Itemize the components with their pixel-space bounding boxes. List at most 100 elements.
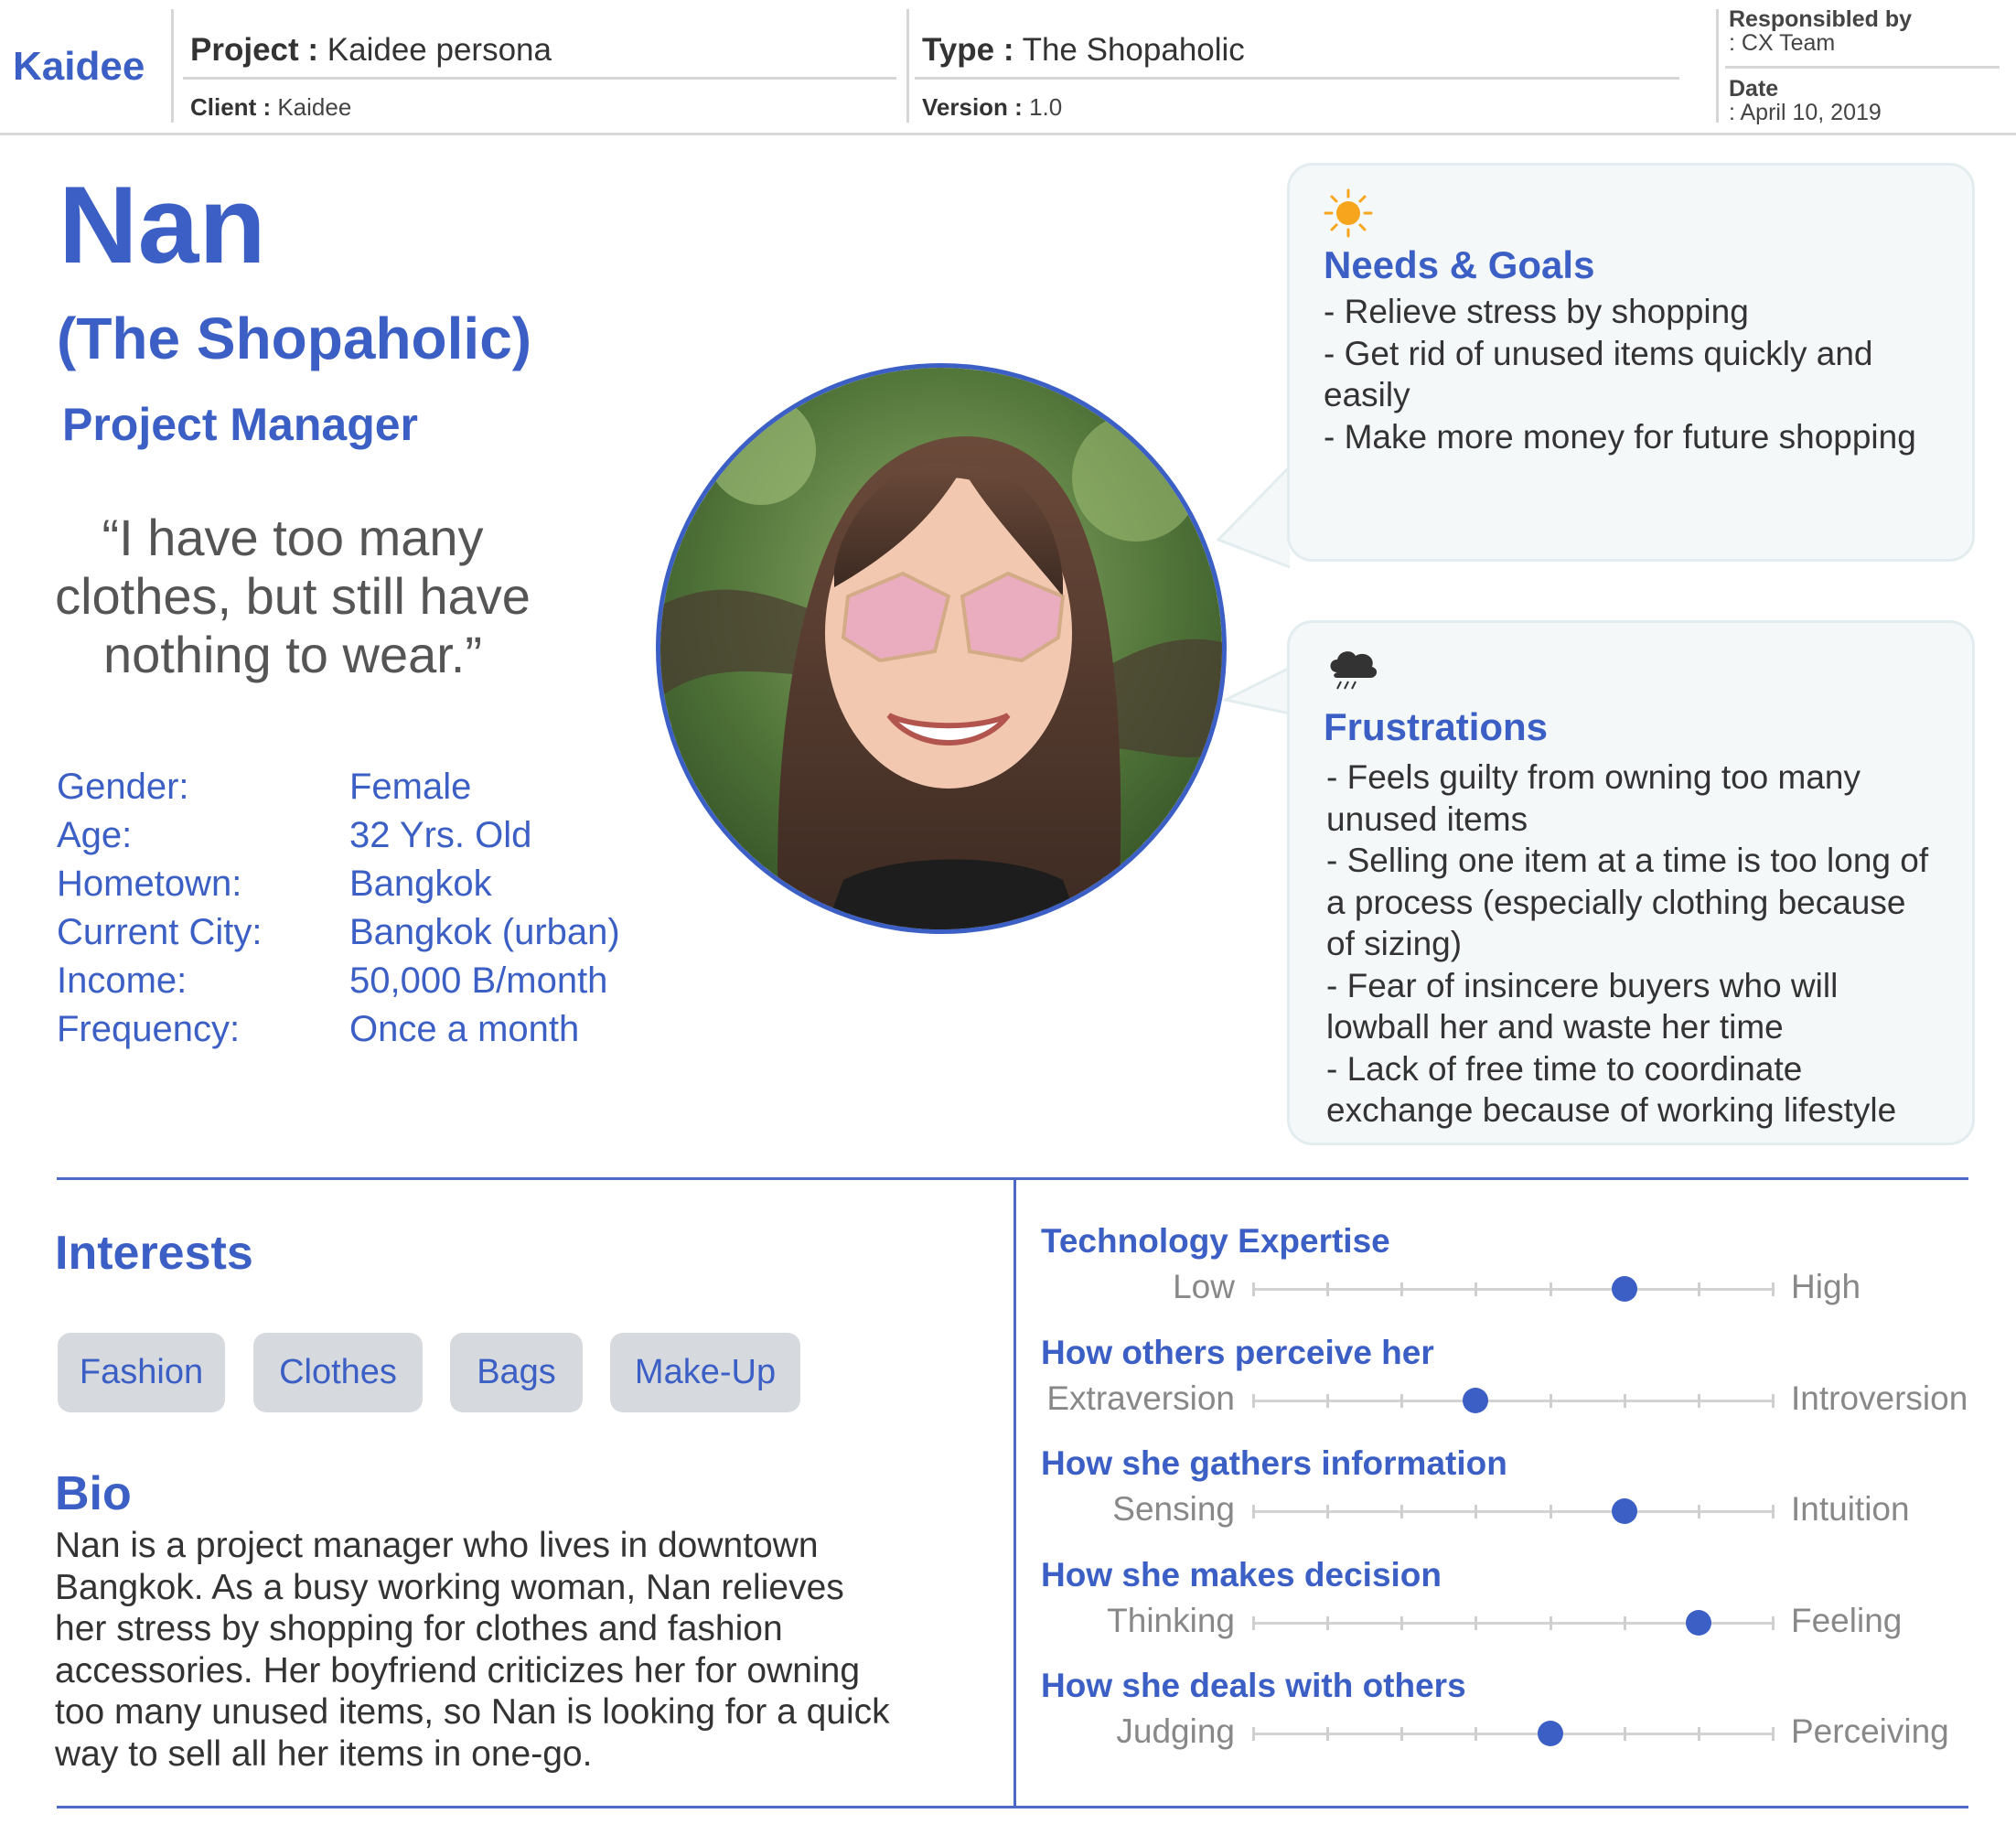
scale-tick bbox=[1474, 1727, 1478, 1741]
frequency-label: Frequency: bbox=[57, 1009, 241, 1049]
callout-connectors bbox=[1216, 465, 1292, 715]
scale-tick bbox=[1252, 1615, 1255, 1630]
scale-right-label: Feeling bbox=[1791, 1601, 1903, 1639]
scale-tick bbox=[1326, 1727, 1330, 1741]
scale-marker bbox=[1611, 1276, 1637, 1302]
bio-line: too many unused items, so Nan is looking… bbox=[55, 1692, 890, 1732]
client-label: Client : bbox=[190, 93, 272, 121]
scale-tick bbox=[1326, 1393, 1330, 1408]
header-line bbox=[915, 77, 1679, 80]
scale-tick bbox=[1549, 1282, 1552, 1296]
scale-tick bbox=[1772, 1393, 1775, 1408]
scale-tick bbox=[1326, 1615, 1330, 1630]
hometown-value: Bangkok bbox=[349, 864, 492, 904]
income-value: 50,000 B/month bbox=[349, 960, 608, 1001]
interests-title: Interests bbox=[55, 1227, 253, 1280]
hometown-label: Hometown: bbox=[57, 864, 242, 904]
project-value: Kaidee persona bbox=[327, 32, 552, 68]
sun-icon bbox=[1324, 188, 1373, 238]
header-line bbox=[1725, 66, 2000, 69]
header-divider bbox=[171, 9, 174, 123]
quote-line: nothing to wear.” bbox=[102, 626, 483, 683]
version-value: 1.0 bbox=[1029, 93, 1063, 121]
income-label: Income: bbox=[57, 960, 188, 1001]
persona-role: Project Manager bbox=[62, 399, 419, 450]
responsible-label: Responsibled by bbox=[1729, 6, 1913, 32]
scale-tick bbox=[1772, 1505, 1775, 1518]
scale-right-label: High bbox=[1791, 1268, 1861, 1305]
current-city-value: Bangkok (urban) bbox=[349, 912, 620, 952]
persona-photo bbox=[656, 363, 1227, 934]
scale-tick bbox=[1549, 1393, 1552, 1408]
scale-tick bbox=[1252, 1393, 1255, 1408]
bio-line: accessories. Her boyfriend criticizes he… bbox=[55, 1650, 861, 1690]
scale-tick bbox=[1400, 1615, 1404, 1630]
scale-tick bbox=[1326, 1505, 1330, 1518]
scale-tick bbox=[1474, 1282, 1478, 1296]
scale-title: How she gathers information bbox=[1041, 1444, 1507, 1482]
frustrations-card: Frustrations - Feels guilty from owning … bbox=[1287, 620, 1975, 1145]
scale-marker bbox=[1463, 1387, 1489, 1413]
needs-goals-card: Needs & Goals - Relieve stress by shoppi… bbox=[1287, 163, 1975, 562]
scale-tick bbox=[1400, 1505, 1404, 1518]
scale-tick bbox=[1326, 1282, 1330, 1296]
scale-tick bbox=[1400, 1727, 1404, 1741]
bio-line: Bangkok. As a busy working woman, Nan re… bbox=[55, 1567, 844, 1607]
frustrations-title: Frustrations bbox=[1324, 705, 1549, 748]
persona-detail-values: Female 32 Yrs. Old Bangkok Bangkok (urba… bbox=[349, 763, 620, 1054]
client-field: Client : Kaidee bbox=[190, 93, 351, 122]
type-field: Type : The Shopaholic bbox=[922, 32, 1245, 69]
bio-line: way to sell all her items in one-go. bbox=[55, 1733, 593, 1774]
bio-line: Nan is a project manager who lives in do… bbox=[55, 1526, 819, 1565]
scale-tick bbox=[1474, 1505, 1478, 1518]
frustrations-list: - Feels guilty from owning too many unus… bbox=[1326, 757, 1967, 1132]
scale-track bbox=[1253, 1510, 1773, 1513]
scale-track bbox=[1253, 1733, 1773, 1735]
responsible-value: : CX Team bbox=[1729, 30, 1836, 56]
client-value: Kaidee bbox=[277, 93, 352, 121]
needs-goals-list: - Relieve stress by shopping - Get rid o… bbox=[1324, 291, 1964, 457]
frustration-item: - Lack of free time to coordinate bbox=[1326, 1049, 1803, 1088]
scale-tick bbox=[1697, 1393, 1700, 1408]
header-divider bbox=[906, 9, 909, 123]
type-label: Type : bbox=[922, 32, 1014, 68]
scale-right-label: Intuition bbox=[1791, 1490, 1910, 1528]
persona-quote: “I have too many clothes, but still have… bbox=[18, 509, 567, 684]
kaidee-logo: Kaidee bbox=[13, 44, 145, 89]
frustration-item: - Fear of insincere buyers who will bbox=[1326, 966, 1839, 1004]
date-label: Date bbox=[1729, 76, 1779, 102]
scale-marker bbox=[1537, 1721, 1563, 1746]
type-value: The Shopaholic bbox=[1022, 32, 1245, 68]
header-line bbox=[183, 77, 896, 80]
needs-goal-item: easily bbox=[1324, 376, 1410, 413]
scale-tick bbox=[1549, 1615, 1552, 1630]
document-header: Kaidee Project : Kaidee persona Client :… bbox=[0, 0, 2016, 135]
scale-tick bbox=[1772, 1615, 1775, 1630]
scale-tick bbox=[1623, 1727, 1626, 1741]
scale-tick bbox=[1697, 1282, 1700, 1296]
version-label: Version : bbox=[922, 93, 1023, 121]
scale-left-label: Sensing bbox=[1112, 1490, 1235, 1528]
frustration-item: unused items bbox=[1326, 799, 1528, 838]
scale-tick bbox=[1697, 1505, 1700, 1518]
project-label: Project : bbox=[190, 32, 319, 68]
persona-details: Gender: Age: Hometown: Current City: Inc… bbox=[57, 763, 263, 1054]
scale-right-label: Introversion bbox=[1791, 1379, 1968, 1417]
frustration-item: - Selling one item at a time is too long… bbox=[1326, 842, 1929, 879]
scale-left-label: Judging bbox=[1116, 1712, 1235, 1750]
scale-tick bbox=[1252, 1282, 1255, 1296]
scale-title: How she makes decision bbox=[1041, 1555, 1442, 1594]
header-divider bbox=[1716, 9, 1719, 123]
interest-tag: Make-Up bbox=[610, 1333, 800, 1412]
bio-title: Bio bbox=[55, 1467, 132, 1520]
interest-tag: Clothes bbox=[253, 1333, 423, 1412]
scale-title: How others perceive her bbox=[1041, 1333, 1434, 1371]
scale-right-label: Perceiving bbox=[1791, 1712, 1949, 1750]
scale-left-label: Extraversion bbox=[1046, 1379, 1235, 1417]
scale-tick bbox=[1623, 1615, 1626, 1630]
persona-alias: (The Shopaholic) bbox=[57, 306, 532, 371]
project-field: Project : Kaidee persona bbox=[190, 32, 552, 69]
scale-marker bbox=[1611, 1498, 1637, 1524]
quote-line: clothes, but still have bbox=[55, 567, 531, 625]
scale-tick bbox=[1549, 1505, 1552, 1518]
